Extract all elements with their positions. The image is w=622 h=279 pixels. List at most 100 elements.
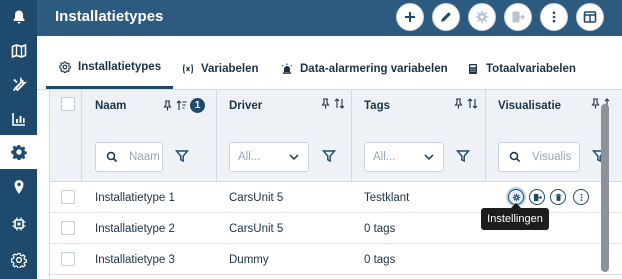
search-icon: [106, 151, 118, 163]
naam-filter-placeholder: Naam: [129, 151, 160, 163]
tab-variabelen-label: Variabelen: [201, 62, 259, 75]
chevron-down-icon: [289, 154, 299, 161]
pencil-icon: [441, 12, 451, 22]
sidebar-item-map[interactable]: [0, 34, 37, 68]
page-header: Installatietypes: [37, 0, 622, 36]
tags-filter-select[interactable]: All...: [364, 142, 444, 172]
pin-icon[interactable]: [590, 98, 601, 109]
tab-data-alarmering-variabelen[interactable]: Data-alarmering variabelen: [281, 48, 448, 89]
trash-icon: [555, 193, 561, 201]
page-title: Installatietypes: [55, 8, 164, 25]
sort-order-badge: 1: [190, 98, 205, 113]
header-select-cell: [50, 90, 82, 182]
tab-bar: Installatietypes Variabelen Data-alarmer…: [37, 48, 622, 90]
tab-totaalvariabelen-label: Totaalvariabelen: [486, 62, 576, 75]
more-vertical-icon: [580, 193, 582, 201]
tab-data-alarmering-label: Data-alarmering variabelen: [300, 62, 448, 75]
search-icon: [509, 151, 521, 163]
sort-icon[interactable]: [176, 100, 187, 111]
table-header: Naam 1 Naam Driver All... Tags All... Vi…: [50, 90, 622, 182]
gear-icon: [10, 145, 27, 160]
cell-tags: 0 tags: [364, 222, 396, 235]
pin-icon[interactable]: [320, 98, 331, 109]
sidebar-item-locations[interactable]: [0, 170, 37, 204]
header-tags-tools: [453, 98, 478, 109]
siren-icon: [281, 63, 293, 75]
funnel-icon[interactable]: [455, 149, 471, 168]
visualisatie-filter-input[interactable]: Visualis: [498, 142, 580, 172]
tags-filter-value: All...: [373, 151, 396, 163]
more-options-button[interactable]: [540, 3, 568, 31]
cell-naam: Installatietype 3: [95, 253, 175, 266]
main-content: Installatietypes Variabelen Data-alarmer…: [37, 36, 622, 279]
plus-icon: [405, 12, 415, 22]
funnel-icon[interactable]: [174, 149, 190, 168]
sidebar-item-tools[interactable]: [0, 68, 37, 102]
tab-totaalvariabelen[interactable]: Totaalvariabelen: [467, 48, 576, 89]
naam-filter-input[interactable]: Naam: [95, 142, 163, 172]
sidebar-item-reports[interactable]: [0, 102, 37, 136]
export-button[interactable]: [504, 3, 532, 31]
settings-button[interactable]: [468, 3, 496, 31]
calculator-icon: [467, 63, 479, 75]
row-delete-button[interactable]: [550, 189, 566, 205]
edit-button[interactable]: [432, 3, 460, 31]
bar-chart-icon: [11, 113, 25, 126]
sidebar: [0, 0, 37, 279]
column-header-driver[interactable]: Driver: [229, 100, 262, 112]
sidebar-item-configuration[interactable]: [0, 243, 37, 277]
cell-tags: 0 tags: [364, 253, 396, 266]
sort-icon[interactable]: [334, 98, 345, 109]
tab-variabelen[interactable]: Variabelen: [182, 48, 259, 89]
pin-icon[interactable]: [453, 98, 464, 109]
sort-icon[interactable]: [467, 98, 478, 109]
driver-filter-select[interactable]: All...: [229, 142, 309, 172]
cell-naam: Installatietype 1: [95, 191, 175, 204]
vertical-scrollbar[interactable]: [601, 104, 609, 272]
add-button[interactable]: [396, 3, 424, 31]
layout-icon: [583, 11, 597, 23]
tab-installatietypes[interactable]: Installatietypes: [46, 48, 173, 89]
tab-installatietypes-label: Installatietypes: [78, 61, 162, 73]
header-tags: Tags All...: [352, 90, 486, 182]
row-checkbox[interactable]: [61, 221, 75, 235]
visualisatie-filter-placeholder: Visualis: [532, 151, 572, 163]
pin-icon[interactable]: [162, 100, 173, 111]
chevron-down-icon: [424, 154, 434, 161]
row-checkbox[interactable]: [61, 252, 75, 266]
row-checkbox[interactable]: [61, 190, 75, 204]
column-header-naam[interactable]: Naam: [95, 100, 126, 112]
column-header-visualisatie[interactable]: Visualisatie: [498, 100, 561, 112]
layout-button[interactable]: [576, 3, 604, 31]
header-naam-tools: 1: [162, 98, 205, 113]
more-vertical-icon: [552, 11, 556, 23]
header-driver-tools: [320, 98, 345, 109]
driver-filter-value: All...: [238, 151, 261, 163]
funnel-icon[interactable]: [321, 149, 337, 168]
bell-icon: [13, 10, 24, 24]
sidebar-item-settings[interactable]: [0, 135, 37, 169]
header-naam: Naam 1 Naam: [82, 90, 217, 182]
location-pin-icon: [14, 180, 23, 194]
select-all-checkbox[interactable]: [61, 97, 75, 111]
column-header-tags[interactable]: Tags: [364, 100, 390, 112]
sidebar-item-devices[interactable]: [0, 207, 37, 241]
table-row[interactable]: Installatietype 3 Dummy 0 tags: [50, 244, 622, 275]
cell-naam: Installatietype 2: [95, 222, 175, 235]
row-export-button[interactable]: [529, 189, 545, 205]
export-icon: [533, 193, 542, 201]
variable-icon: [182, 63, 194, 75]
tools-icon: [12, 77, 27, 92]
settings-icon: [475, 10, 489, 24]
data-table: Naam 1 Naam Driver All... Tags All... Vi…: [49, 90, 622, 279]
cell-driver: CarsUnit 5: [229, 222, 284, 235]
map-icon: [11, 43, 26, 59]
settings-tooltip: Instellingen: [481, 203, 549, 230]
row-more-button[interactable]: [573, 189, 589, 205]
sidebar-item-notifications[interactable]: [0, 0, 37, 34]
cell-tags: Testklant: [364, 191, 410, 204]
cell-driver: CarsUnit 5: [229, 191, 284, 204]
chip-icon: [12, 217, 25, 231]
gear-icon: [512, 193, 520, 201]
export-icon: [512, 11, 525, 23]
